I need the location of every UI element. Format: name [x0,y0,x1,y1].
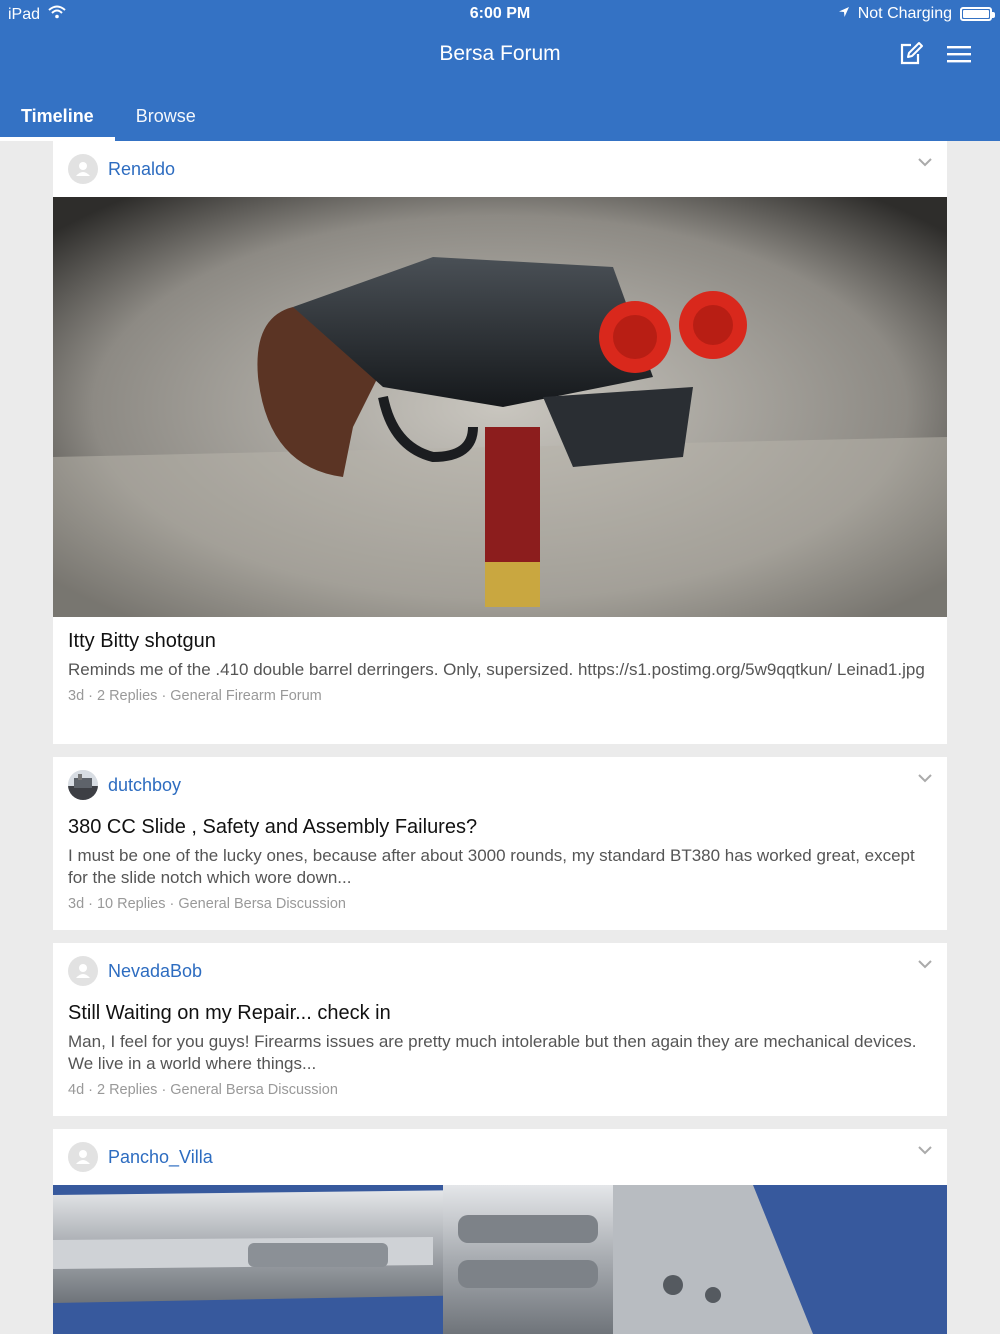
post-image[interactable] [53,1185,947,1334]
hamburger-icon [946,44,972,69]
post-header: dutchboy [53,757,947,813]
reply-count: 2 Replies [96,1082,158,1098]
post-title[interactable]: Still Waiting on my Repair... check in [68,1001,932,1025]
post-header: Renaldo [53,141,947,197]
menu-button[interactable] [945,42,973,70]
author-name[interactable]: Renaldo [108,159,175,180]
post-meta: 3d · 10 Replies · General Bersa Discussi… [68,896,346,912]
reply-count: 2 Replies [96,688,158,704]
compose-button[interactable] [897,41,925,72]
avatar[interactable] [68,154,98,184]
author-name[interactable]: Pancho_Villa [108,1147,213,1168]
battery-icon [960,7,995,21]
avatar[interactable] [68,956,98,986]
status-bar: iPad 6:00 PM Not Charging [0,0,1000,28]
post-excerpt: I must be one of the lucky ones, because… [68,846,915,887]
post-title[interactable]: Itty Bitty shotgun [68,629,932,653]
avatar[interactable] [68,1142,98,1172]
post-image[interactable] [53,197,947,617]
post-header: NevadaBob [53,943,947,999]
post-age: 3d [68,896,85,912]
app-title: Bersa Forum [439,42,561,65]
compose-icon [898,41,924,72]
post-card[interactable]: NevadaBob Still Waiting on my Repair... … [53,943,947,1116]
reply-count: 10 Replies [96,896,166,912]
avatar[interactable] [68,770,98,800]
post-age: 3d [68,688,85,704]
charging-status: Not Charging [857,5,952,22]
location-arrow-icon [838,5,850,23]
post-header: Pancho_Villa [53,1129,947,1185]
tab-timeline[interactable]: Timeline [0,92,115,141]
forum-name[interactable]: General Bersa Discussion [170,1082,338,1098]
author-name[interactable]: dutchboy [108,775,181,796]
post-card[interactable]: Pancho_Villa [53,1129,947,1334]
forum-name[interactable]: General Firearm Forum [170,688,321,704]
forum-name[interactable]: General Bersa Discussion [178,896,346,912]
tab-browse[interactable]: Browse [115,92,217,141]
chevron-down-icon[interactable] [917,770,933,786]
author-name[interactable]: NevadaBob [108,961,202,982]
post-excerpt: Reminds me of the .410 double barrel der… [68,660,925,679]
post-meta: 4d · 2 Replies · General Bersa Discussio… [68,1082,338,1098]
post-meta: 3d · 2 Replies · General Firearm Forum [68,688,322,704]
post-excerpt: Man, I feel for you guys! Firearms issue… [68,1032,917,1073]
chevron-down-icon[interactable] [917,1142,933,1158]
chevron-down-icon[interactable] [917,154,933,170]
post-age: 4d [68,1082,85,1098]
chevron-down-icon[interactable] [917,956,933,972]
post-card[interactable]: Renaldo Itty Bitty shotgun Reminds me of… [53,141,947,744]
post-card[interactable]: dutchboy 380 CC Slide , Safety and Assem… [53,757,947,930]
post-title[interactable]: 380 CC Slide , Safety and Assembly Failu… [68,815,932,839]
tab-bar: Timeline Browse [0,92,217,141]
app-header: iPad 6:00 PM Not Charging Bersa Forum Ti… [0,0,1000,141]
